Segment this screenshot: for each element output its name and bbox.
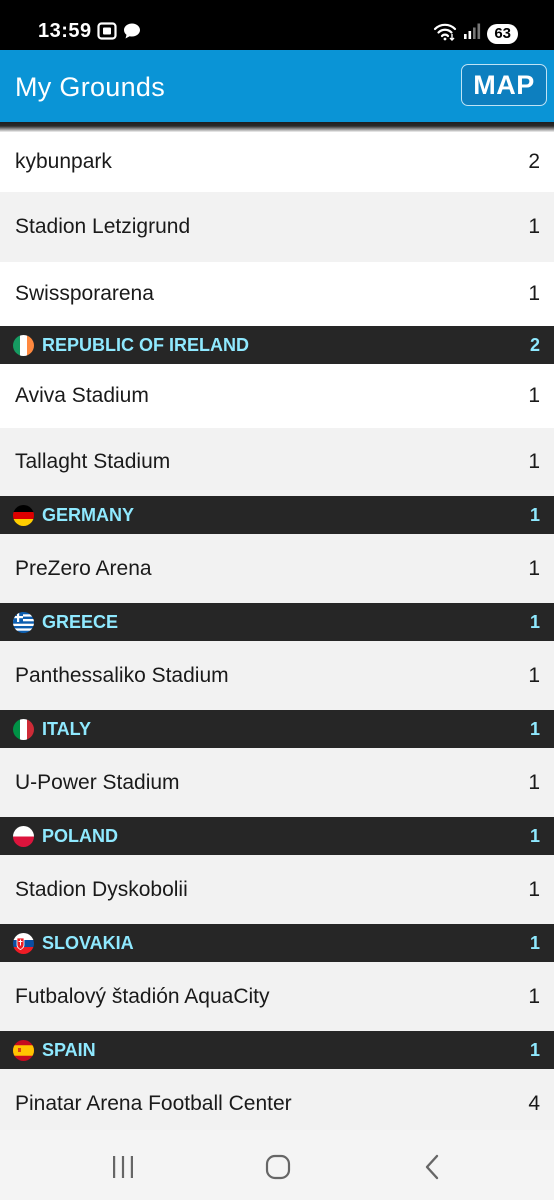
grounds-list[interactable]: kybunpark 2 Stadion Letzigrund 1 Swissporare… bbox=[0, 132, 554, 1130]
country-header[interactable]: SLOVAKIA 1 bbox=[0, 924, 554, 962]
ground-visit-count: 1 bbox=[528, 664, 540, 687]
ground-visit-count: 1 bbox=[528, 878, 540, 901]
ground-row[interactable]: Pinatar Arena Football Center 4 bbox=[0, 1069, 554, 1130]
ireland-flag-icon bbox=[13, 335, 34, 356]
ground-name: Swissporarena bbox=[15, 282, 154, 305]
wifi-icon bbox=[433, 21, 457, 46]
country-ground-count: 1 bbox=[529, 612, 540, 632]
ground-row[interactable]: Aviva Stadium 1 bbox=[0, 364, 554, 428]
ground-visit-count: 1 bbox=[528, 215, 540, 238]
country-name: GERMANY bbox=[42, 505, 135, 525]
status-bar: 13:59 63 bbox=[0, 0, 554, 50]
country-ground-count: 1 bbox=[529, 826, 540, 846]
ground-row[interactable]: Stadion Dyskobolii 1 bbox=[0, 855, 554, 924]
ground-visit-count: 1 bbox=[528, 771, 540, 794]
ground-row[interactable]: Panthessaliko Stadium 1 bbox=[0, 641, 554, 710]
ground-name: Stadion Letzigrund bbox=[15, 215, 191, 238]
ground-row[interactable]: kybunpark 2 bbox=[0, 132, 554, 192]
slovakia-flag-icon bbox=[13, 933, 34, 954]
italy-flag-icon bbox=[13, 719, 34, 740]
map-button[interactable]: MAP bbox=[461, 64, 547, 106]
ground-name: PreZero Arena bbox=[15, 557, 152, 580]
ground-name: kybunpark bbox=[15, 150, 112, 173]
status-right: 63 bbox=[433, 21, 518, 46]
app-bar-shadow bbox=[0, 122, 554, 132]
country-header[interactable]: POLAND 1 bbox=[0, 817, 554, 855]
country-header[interactable]: GREECE 1 bbox=[0, 603, 554, 641]
ground-row[interactable]: U-Power Stadium 1 bbox=[0, 748, 554, 817]
germany-flag-icon bbox=[13, 505, 34, 526]
ground-name: Aviva Stadium bbox=[15, 384, 149, 407]
ground-name: Futbalový štadión AquaCity bbox=[15, 985, 270, 1008]
ground-row[interactable]: PreZero Arena 1 bbox=[0, 534, 554, 603]
ground-row[interactable]: Stadion Letzigrund 1 bbox=[0, 192, 554, 262]
ground-visit-count: 1 bbox=[528, 282, 540, 305]
country-ground-count: 1 bbox=[529, 719, 540, 739]
country-ground-count: 1 bbox=[529, 933, 540, 953]
recent-apps-icon[interactable] bbox=[108, 1152, 138, 1182]
ground-visit-count: 1 bbox=[528, 384, 540, 407]
ground-row[interactable]: Futbalový štadión AquaCity 1 bbox=[0, 962, 554, 1031]
app-bar: My Grounds MAP bbox=[0, 50, 554, 122]
country-name: GREECE bbox=[42, 612, 119, 632]
country-ground-count: 1 bbox=[529, 1040, 540, 1060]
greece-flag-icon bbox=[13, 612, 34, 633]
ground-row[interactable]: Tallaght Stadium 1 bbox=[0, 428, 554, 496]
country-header[interactable]: REPUBLIC OF IRELAND 2 bbox=[0, 326, 554, 364]
ground-name: Tallaght Stadium bbox=[15, 450, 171, 473]
ground-name: U-Power Stadium bbox=[15, 771, 180, 794]
ground-name: Pinatar Arena Football Center bbox=[15, 1092, 292, 1115]
ground-visit-count: 4 bbox=[528, 1092, 540, 1115]
spain-flag-icon bbox=[13, 1040, 34, 1061]
ground-visit-count: 1 bbox=[528, 450, 540, 473]
back-icon[interactable] bbox=[418, 1152, 448, 1182]
ground-name: Panthessaliko Stadium bbox=[15, 664, 229, 687]
country-name: POLAND bbox=[42, 826, 118, 846]
screenshot-icon bbox=[97, 22, 117, 40]
country-ground-count: 1 bbox=[529, 505, 540, 525]
status-left-icons bbox=[97, 22, 141, 40]
country-name: ITALY bbox=[42, 719, 92, 739]
chat-bubble-icon bbox=[123, 22, 141, 40]
country-header[interactable]: GERMANY 1 bbox=[0, 496, 554, 534]
ground-visit-count: 1 bbox=[528, 985, 540, 1008]
system-nav-bar bbox=[0, 1130, 554, 1200]
country-name: SLOVAKIA bbox=[42, 933, 134, 953]
ground-name: Stadion Dyskobolii bbox=[15, 878, 188, 901]
signal-icon bbox=[463, 22, 481, 45]
ground-row[interactable]: Swissporarena 1 bbox=[0, 262, 554, 326]
home-icon[interactable] bbox=[263, 1152, 293, 1182]
poland-flag-icon bbox=[13, 826, 34, 847]
status-time: 13:59 bbox=[38, 20, 92, 42]
country-name: REPUBLIC OF IRELAND bbox=[42, 335, 249, 355]
country-ground-count: 2 bbox=[529, 335, 540, 355]
ground-visit-count: 2 bbox=[528, 150, 540, 173]
country-header[interactable]: SPAIN 1 bbox=[0, 1031, 554, 1069]
country-name: SPAIN bbox=[42, 1040, 96, 1060]
country-header[interactable]: ITALY 1 bbox=[0, 710, 554, 748]
ground-visit-count: 1 bbox=[528, 557, 540, 580]
page-title: My Grounds bbox=[15, 72, 166, 102]
battery-badge: 63 bbox=[487, 23, 518, 44]
